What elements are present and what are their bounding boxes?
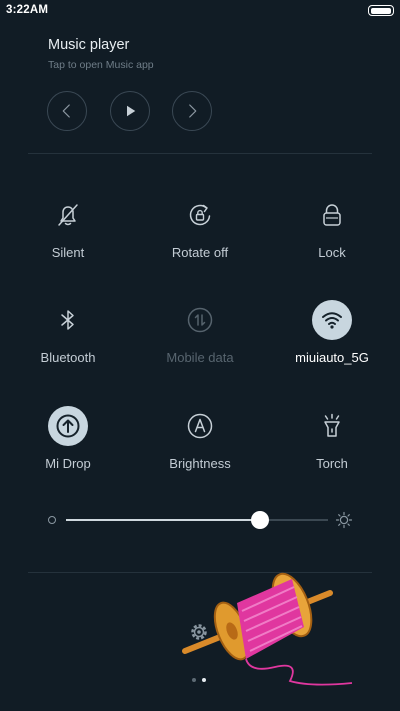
toggle-rotate[interactable]: Rotate off [145, 195, 255, 275]
bell-off-icon [48, 195, 88, 235]
toggle-wifi[interactable]: miuiauto_5G [277, 300, 387, 380]
pager-dot-active [202, 678, 206, 682]
toggle-brightness-label: Brightness [169, 456, 231, 471]
toggle-silent-label: Silent [51, 245, 85, 260]
brightness-low-icon [48, 516, 56, 524]
toggle-silent[interactable]: Silent [13, 195, 123, 275]
toggle-torch-label: Torch [316, 456, 348, 471]
wifi-icon [312, 300, 352, 340]
toggle-mi-drop[interactable]: Mi Drop [13, 406, 123, 486]
mi-drop-icon [48, 406, 88, 446]
toggle-wifi-label: miuiauto_5G [295, 350, 369, 365]
battery-level [370, 7, 391, 14]
thread-spool-illustration [182, 572, 353, 686]
divider [28, 153, 372, 154]
toggle-torch[interactable]: Torch [277, 406, 387, 486]
brightness-slider-fill [66, 519, 260, 521]
toggle-mobile-data-label: Mobile data [166, 350, 234, 365]
toggle-bluetooth-label: Bluetooth [40, 350, 96, 365]
play-button[interactable] [110, 91, 150, 131]
previous-icon [62, 104, 70, 118]
toggle-brightness[interactable]: Brightness [145, 406, 255, 486]
toggle-mi-drop-label: Mi Drop [45, 456, 91, 471]
toggle-lock-label: Lock [318, 245, 346, 260]
previous-button[interactable] [47, 91, 87, 131]
brightness-slider-track[interactable] [66, 519, 328, 521]
pager-dot [192, 678, 196, 682]
bluetooth-icon [48, 300, 88, 340]
toggle-lock[interactable]: Lock [277, 195, 387, 275]
music-player-subtitle[interactable]: Tap to open Music app [48, 59, 154, 71]
lock-icon [312, 195, 352, 235]
next-icon [189, 104, 197, 118]
brightness-slider-thumb[interactable] [250, 511, 269, 529]
next-button[interactable] [172, 91, 212, 131]
auto-brightness-icon [180, 406, 220, 446]
rotate-lock-icon [180, 195, 220, 235]
toggle-rotate-label: Rotate off [171, 245, 229, 260]
status-time: 3:22AM [6, 4, 49, 16]
status-bar: 3:22AM [0, 0, 400, 24]
battery-icon [368, 5, 394, 16]
toggle-mobile-data[interactable]: Mobile data [145, 300, 255, 380]
music-player-title[interactable]: Music player [48, 37, 129, 53]
brightness-high-icon [335, 511, 353, 529]
torch-icon [312, 406, 352, 446]
toggle-bluetooth[interactable]: Bluetooth [13, 300, 123, 380]
mobile-data-icon [180, 300, 220, 340]
play-icon [127, 105, 136, 117]
